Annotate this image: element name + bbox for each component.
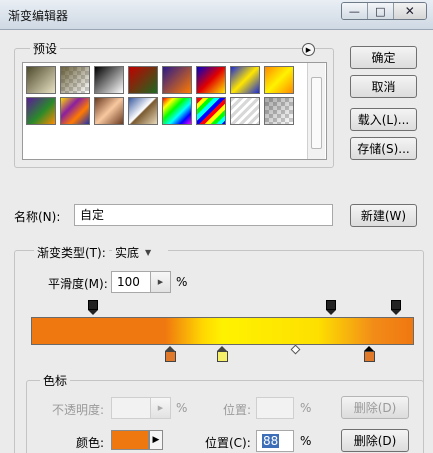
scrollbar-thumb[interactable]	[311, 77, 322, 149]
opacity-input[interactable]	[111, 397, 151, 419]
window-controls: — □ ✕	[341, 2, 427, 20]
gradient-type-dropdown[interactable]: 实底 ▼	[112, 242, 168, 262]
smoothness-stepper[interactable]: ▶	[151, 271, 171, 293]
delete-opacity-label: 删除(D)	[353, 401, 397, 415]
delete-opacity-stop-button[interactable]: 删除(D)	[341, 396, 409, 419]
gradient-preview-bar[interactable]	[31, 317, 414, 345]
preset-swatch-copper[interactable]	[94, 97, 124, 125]
preset-swatch-yellow-violet-orange-blue[interactable]	[60, 97, 90, 125]
color-stop-selected[interactable]	[364, 346, 375, 362]
play-icon: ▶	[152, 435, 160, 445]
delete-color-label: 删除(D)	[353, 434, 397, 448]
play-icon: ▶	[157, 404, 164, 412]
opacity-stop[interactable]	[88, 300, 98, 316]
maximize-button[interactable]: □	[367, 3, 394, 19]
title-bar[interactable]: 渐变编辑器 — □ ✕	[0, 0, 433, 30]
smoothness-unit: %	[176, 275, 188, 289]
preset-swatch-transparent-rainbow[interactable]	[196, 97, 226, 125]
play-icon: ▶	[305, 45, 312, 54]
preset-swatch-foreground-to-background[interactable]	[26, 66, 56, 94]
presets-scrollbar[interactable]	[307, 63, 325, 159]
smoothness-label: 平滑度(M):	[48, 277, 108, 291]
opacity-stop[interactable]	[326, 300, 336, 316]
preset-swatch-violet-green-orange[interactable]	[26, 97, 56, 125]
color-location-label: 位置(C):	[205, 436, 251, 450]
color-location-unit: %	[300, 434, 312, 448]
smoothness-input[interactable]: 100	[111, 271, 151, 293]
delete-color-stop-button[interactable]: 删除(D)	[341, 429, 409, 452]
gradient-type-label: 渐变类型(T):	[34, 244, 109, 261]
stop-color-swatch[interactable]	[111, 430, 149, 450]
opacity-location-unit: %	[300, 401, 312, 415]
save-button[interactable]: 存储(S)...	[350, 137, 417, 160]
preset-swatch-violet-orange[interactable]	[162, 66, 192, 94]
name-label: 名称(N):	[14, 210, 61, 224]
name-input[interactable]: 自定	[74, 204, 333, 226]
new-button[interactable]: 新建(W)	[350, 204, 417, 227]
cancel-button-label: 取消	[371, 80, 396, 94]
color-location-input[interactable]: 88	[256, 430, 294, 452]
close-button[interactable]: ✕	[393, 3, 426, 19]
minimize-icon: —	[348, 4, 360, 18]
opacity-location-input[interactable]	[256, 397, 294, 419]
color-menu-button[interactable]: ▶	[149, 430, 163, 450]
gradient-type-value: 实底	[115, 245, 140, 260]
gradient-editor-window: 渐变编辑器 — □ ✕ 预设 ▶ 确定 取消 载入(L)... 存储(S)...…	[0, 0, 433, 453]
color-stop[interactable]	[165, 346, 176, 362]
chevron-down-icon: ▼	[145, 247, 152, 257]
preset-swatch-chrome[interactable]	[128, 97, 158, 125]
preset-swatch-orange-yellow-orange[interactable]	[264, 66, 294, 94]
preset-swatch-red-green[interactable]	[128, 66, 158, 94]
preset-swatch-transparent-stripes[interactable]	[230, 97, 260, 125]
presets-list[interactable]	[22, 62, 327, 160]
preset-swatch-foreground-to-transparent[interactable]	[60, 66, 90, 94]
load-button-label: 载入(L)...	[357, 113, 410, 127]
load-button[interactable]: 载入(L)...	[350, 108, 417, 131]
preset-swatch-neutral-density[interactable]	[264, 97, 294, 125]
presets-label: 预设	[30, 40, 61, 57]
preset-swatch-spectrum[interactable]	[162, 97, 192, 125]
color-location-value: 88	[262, 434, 280, 448]
cancel-button[interactable]: 取消	[350, 75, 417, 98]
color-stop[interactable]	[217, 346, 228, 362]
minimize-button[interactable]: —	[342, 3, 368, 19]
play-icon: ▶	[157, 278, 164, 286]
ok-button-label: 确定	[371, 51, 396, 65]
close-icon: ✕	[404, 4, 415, 18]
color-label: 颜色:	[76, 436, 105, 450]
presets-flyout-button[interactable]: ▶	[302, 43, 315, 56]
save-button-label: 存储(S)...	[357, 142, 410, 156]
preset-swatch-blue-yellow-blue[interactable]	[230, 66, 260, 94]
opacity-stepper[interactable]: ▶	[151, 397, 171, 419]
opacity-location-label: 位置:	[223, 403, 252, 417]
opacity-unit: %	[176, 401, 188, 415]
maximize-icon: □	[375, 4, 386, 18]
window-title: 渐变编辑器	[8, 9, 69, 23]
new-button-label: 新建(W)	[360, 209, 407, 223]
opacity-label: 不透明度:	[52, 403, 105, 417]
ok-button[interactable]: 确定	[350, 46, 417, 69]
preset-swatch-blue-red-yellow[interactable]	[196, 66, 226, 94]
preset-swatch-black-white[interactable]	[94, 66, 124, 94]
opacity-stop[interactable]	[391, 300, 401, 316]
stops-group-label: 色标	[40, 372, 71, 389]
